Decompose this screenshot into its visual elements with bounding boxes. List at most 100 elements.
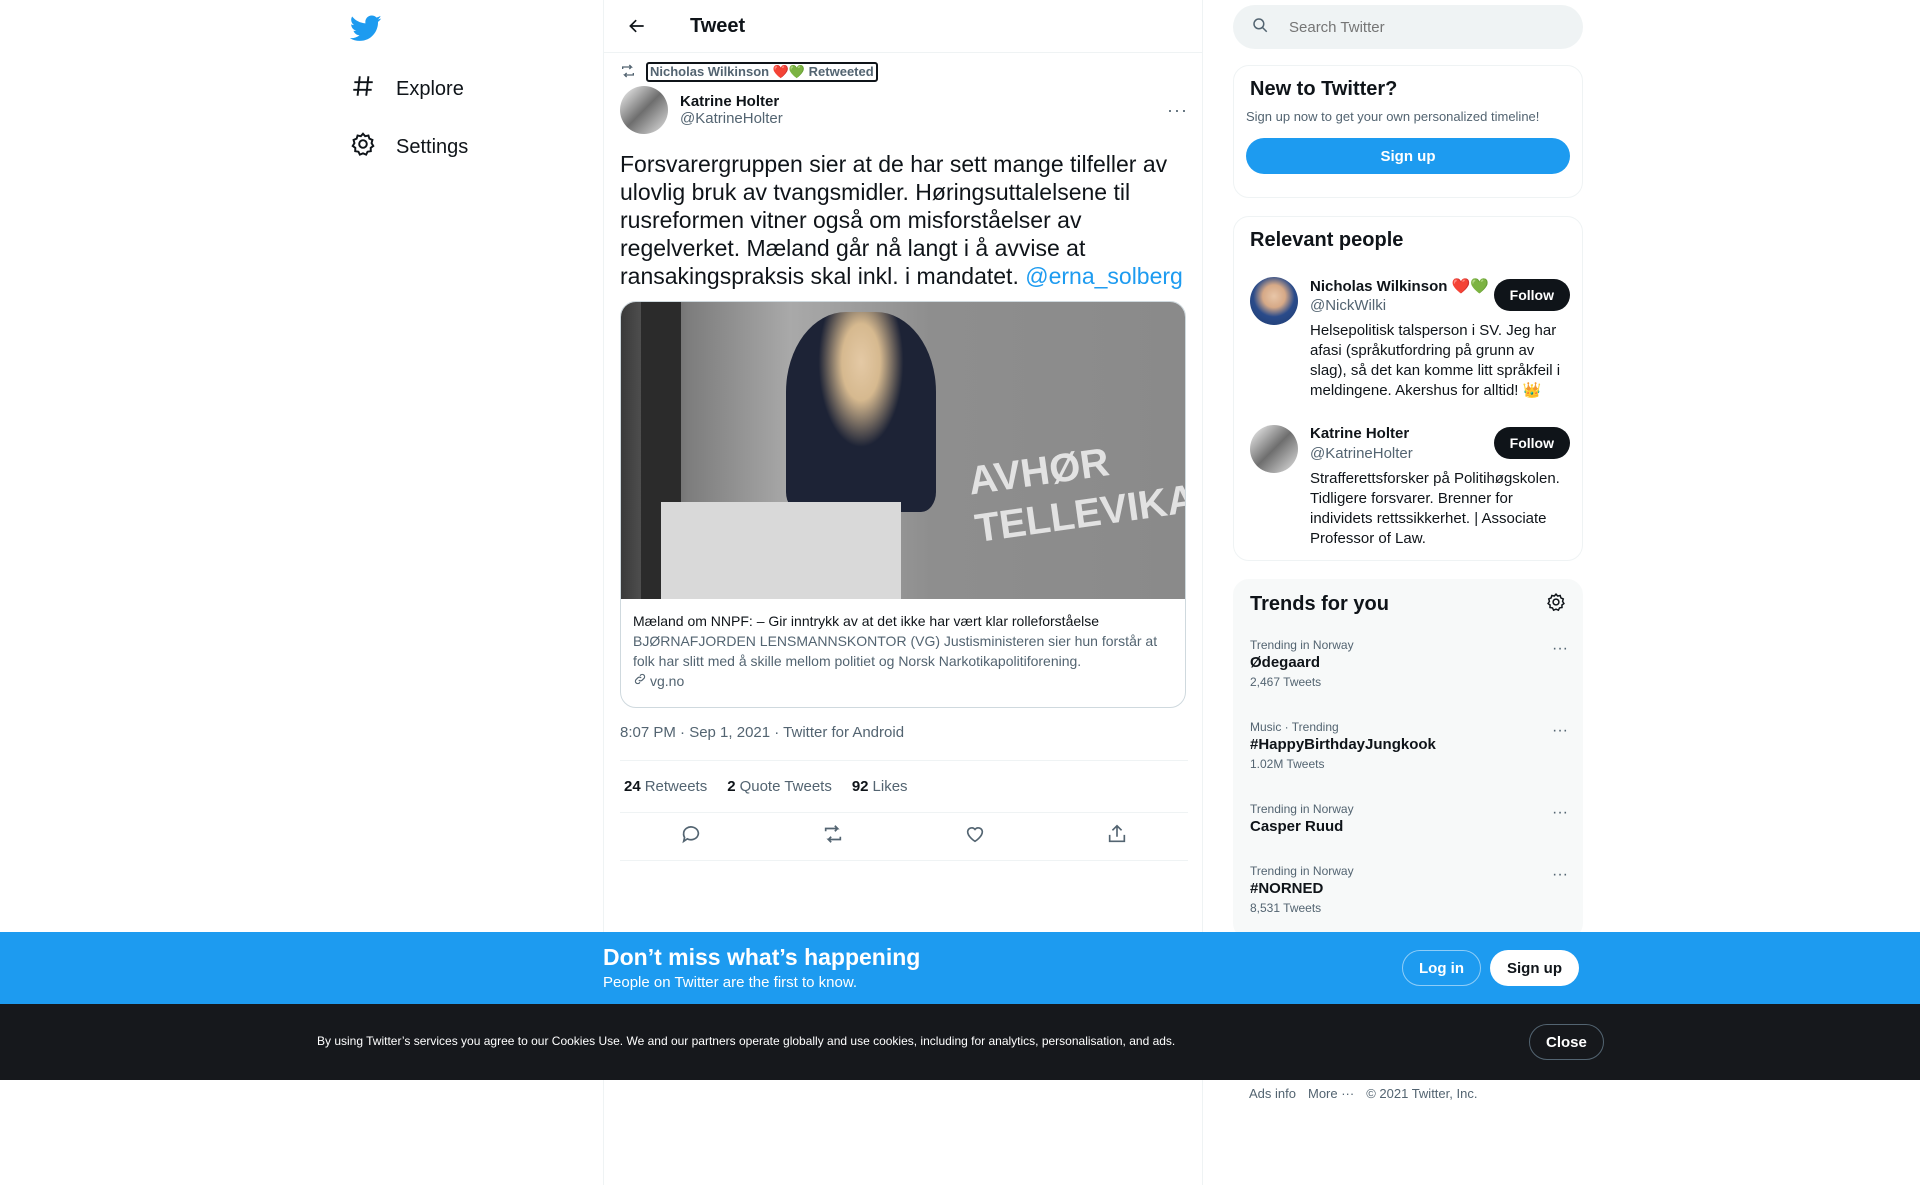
more-options-icon[interactable]: ··· xyxy=(1167,100,1188,121)
trend-item[interactable]: Trending in Norway Casper Ruud ··· xyxy=(1250,802,1570,835)
trend-context: Trending in Norway xyxy=(1250,638,1354,652)
trend-count: 8,531 Tweets xyxy=(1250,901,1322,915)
trends-panel: Trends for you Trending in Norway Ødegaa… xyxy=(1233,579,1583,939)
tweet-timestamp[interactable]: 8:07 PM · Sep 1, 2021 · Twitter for Andr… xyxy=(620,724,904,741)
trend-item[interactable]: Trending in Norway #NORNED 8,531 Tweets … xyxy=(1250,864,1570,915)
banner-title: Don’t miss what’s happening xyxy=(603,944,921,970)
author-handle[interactable]: @KatrineHolter xyxy=(680,110,783,127)
search-icon xyxy=(1251,16,1269,39)
gear-icon xyxy=(350,131,376,163)
close-button[interactable]: Close xyxy=(1529,1024,1604,1060)
like-heart-icon[interactable] xyxy=(964,823,986,850)
trend-context: Trending in Norway xyxy=(1250,802,1354,816)
cookie-notice: By using Twitter’s services you agree to… xyxy=(0,1004,1920,1080)
retweet-indicator: Nicholas Wilkinson ❤️💚 Retweeted xyxy=(620,62,878,82)
person-name[interactable]: Katrine Holter xyxy=(1310,425,1409,442)
tweet-stats: 24 Retweets 2 Quote Tweets 92 Likes xyxy=(620,760,1188,813)
panel-subtitle: Sign up now to get your own personalized… xyxy=(1246,109,1540,124)
person-handle: @KatrineHolter xyxy=(1310,445,1413,462)
trend-name: Ødegaard xyxy=(1250,654,1321,671)
quotes-label: Quote Tweets xyxy=(739,778,832,795)
hashtag-icon xyxy=(350,73,376,105)
retweet-icon xyxy=(620,63,636,82)
page: Explore Settings Tweet Nicholas Wilkinso… xyxy=(0,0,1920,1185)
card-image-person xyxy=(786,312,936,512)
trend-name: #HappyBirthdayJungkook xyxy=(1250,736,1436,753)
footer-link-ads-info[interactable]: Ads info xyxy=(1249,1086,1296,1101)
footer-copyright: © 2021 Twitter, Inc. xyxy=(1366,1086,1478,1101)
reply-icon[interactable] xyxy=(680,823,702,850)
likes-label: Likes xyxy=(872,778,908,795)
more-options-icon[interactable]: ··· xyxy=(1552,804,1568,822)
gear-icon[interactable] xyxy=(1546,592,1566,617)
follow-button[interactable]: Follow xyxy=(1493,427,1570,459)
avatar[interactable] xyxy=(620,86,668,134)
trend-name: #NORNED xyxy=(1250,880,1324,897)
tweet-author: Katrine Holter @KatrineHolter ··· xyxy=(620,86,1188,134)
more-options-icon[interactable]: ··· xyxy=(1552,640,1568,658)
twitter-logo-icon[interactable] xyxy=(349,12,382,44)
signup-banner: Don’t miss what’s happening People on Tw… xyxy=(0,932,1920,1004)
card-domain-text: vg.no xyxy=(650,673,685,689)
tweet-actions xyxy=(620,813,1188,861)
footer-links: Ads info More ··· © 2021 Twitter, Inc. xyxy=(1249,1086,1477,1101)
nav-item-settings[interactable]: Settings xyxy=(350,131,468,163)
card-domain: vg.no xyxy=(633,671,1173,691)
login-button[interactable]: Log in xyxy=(1402,950,1481,986)
retweets-label: Retweets xyxy=(644,778,708,795)
share-icon[interactable] xyxy=(1106,823,1128,850)
banner-subtitle: People on Twitter are the first to know. xyxy=(603,974,858,991)
new-to-twitter-panel: New to Twitter? Sign up now to get your … xyxy=(1233,65,1583,198)
person-bio: Strafferettsforsker på Politihøgskolen. … xyxy=(1310,470,1560,547)
trend-count: 2,467 Tweets xyxy=(1250,675,1322,689)
tweet-text: Forsvarergruppen sier at de har sett man… xyxy=(620,150,1190,290)
person-name[interactable]: Nicholas Wilkinson ❤️💚 xyxy=(1310,277,1489,295)
nav-item-label: Settings xyxy=(396,135,469,158)
avatar[interactable] xyxy=(1250,425,1298,473)
search-bar[interactable] xyxy=(1233,5,1583,49)
panel-title: Trends for you xyxy=(1250,593,1389,615)
retweets-count: 24 xyxy=(624,778,641,795)
author-name[interactable]: Katrine Holter xyxy=(680,93,783,110)
retweet-icon[interactable] xyxy=(822,823,844,850)
quotes-stat[interactable]: 2 Quote Tweets xyxy=(727,778,832,795)
trend-item[interactable]: Trending in Norway Ødegaard 2,467 Tweets… xyxy=(1250,638,1570,689)
panel-title: Relevant people xyxy=(1250,229,1404,251)
follow-button[interactable]: Follow xyxy=(1493,279,1570,311)
trends-header: Trends for you xyxy=(1234,580,1582,629)
nav-item-label: Explore xyxy=(396,77,464,100)
more-options-icon[interactable]: ··· xyxy=(1552,722,1568,740)
search-input[interactable] xyxy=(1289,18,1549,36)
card-body: Mæland om NNPF: – Gir inntrykk av at det… xyxy=(621,599,1185,703)
footer-link-more[interactable]: More ··· xyxy=(1308,1086,1354,1101)
back-arrow-icon[interactable] xyxy=(620,9,654,43)
card-description: BJØRNAFJORDEN LENSMANNSKONTOR (VG) Justi… xyxy=(633,633,1158,669)
trend-name: Casper Ruud xyxy=(1250,818,1344,835)
retweeted-by-link[interactable]: Nicholas Wilkinson ❤️💚 Retweeted xyxy=(646,62,878,82)
panel-title: New to Twitter? xyxy=(1250,78,1398,100)
link-icon xyxy=(633,671,647,691)
person-bio: Helsepolitisk talsperson i SV. Jeg har a… xyxy=(1310,322,1561,399)
link-card[interactable]: AVHØR TELLEVIKA Mæland om NNPF: – Gir in… xyxy=(620,301,1186,708)
signup-button[interactable]: Sign up xyxy=(1246,138,1570,174)
mention-link[interactable]: @erna_solberg xyxy=(1025,263,1183,289)
avatar[interactable] xyxy=(1250,277,1298,325)
page-title: Tweet xyxy=(690,14,746,37)
card-image-table xyxy=(661,502,901,599)
banner-signup-button[interactable]: Sign up xyxy=(1490,950,1579,986)
trend-context: Music · Trending xyxy=(1250,720,1339,734)
relevant-people-panel: Relevant people Nicholas Wilkinson ❤️💚 @… xyxy=(1233,216,1583,561)
card-title: Mæland om NNPF: – Gir inntrykk av at det… xyxy=(633,613,1100,629)
nav-item-explore[interactable]: Explore xyxy=(350,73,464,105)
page-header: Tweet xyxy=(604,0,1202,53)
more-options-icon[interactable]: ··· xyxy=(1552,866,1568,884)
trend-item[interactable]: Music · Trending #HappyBirthdayJungkook … xyxy=(1250,720,1570,771)
retweets-stat[interactable]: 24 Retweets xyxy=(624,778,707,795)
trend-context: Trending in Norway xyxy=(1250,864,1354,878)
cookie-text: By using Twitter’s services you agree to… xyxy=(317,1034,1176,1048)
trend-count: 1.02M Tweets xyxy=(1250,757,1325,771)
card-image: AVHØR TELLEVIKA xyxy=(621,302,1185,599)
person-handle: @NickWilki xyxy=(1310,297,1387,314)
card-image-wall-text: AVHØR TELLEVIKA xyxy=(965,440,1185,552)
likes-stat[interactable]: 92 Likes xyxy=(852,778,908,795)
